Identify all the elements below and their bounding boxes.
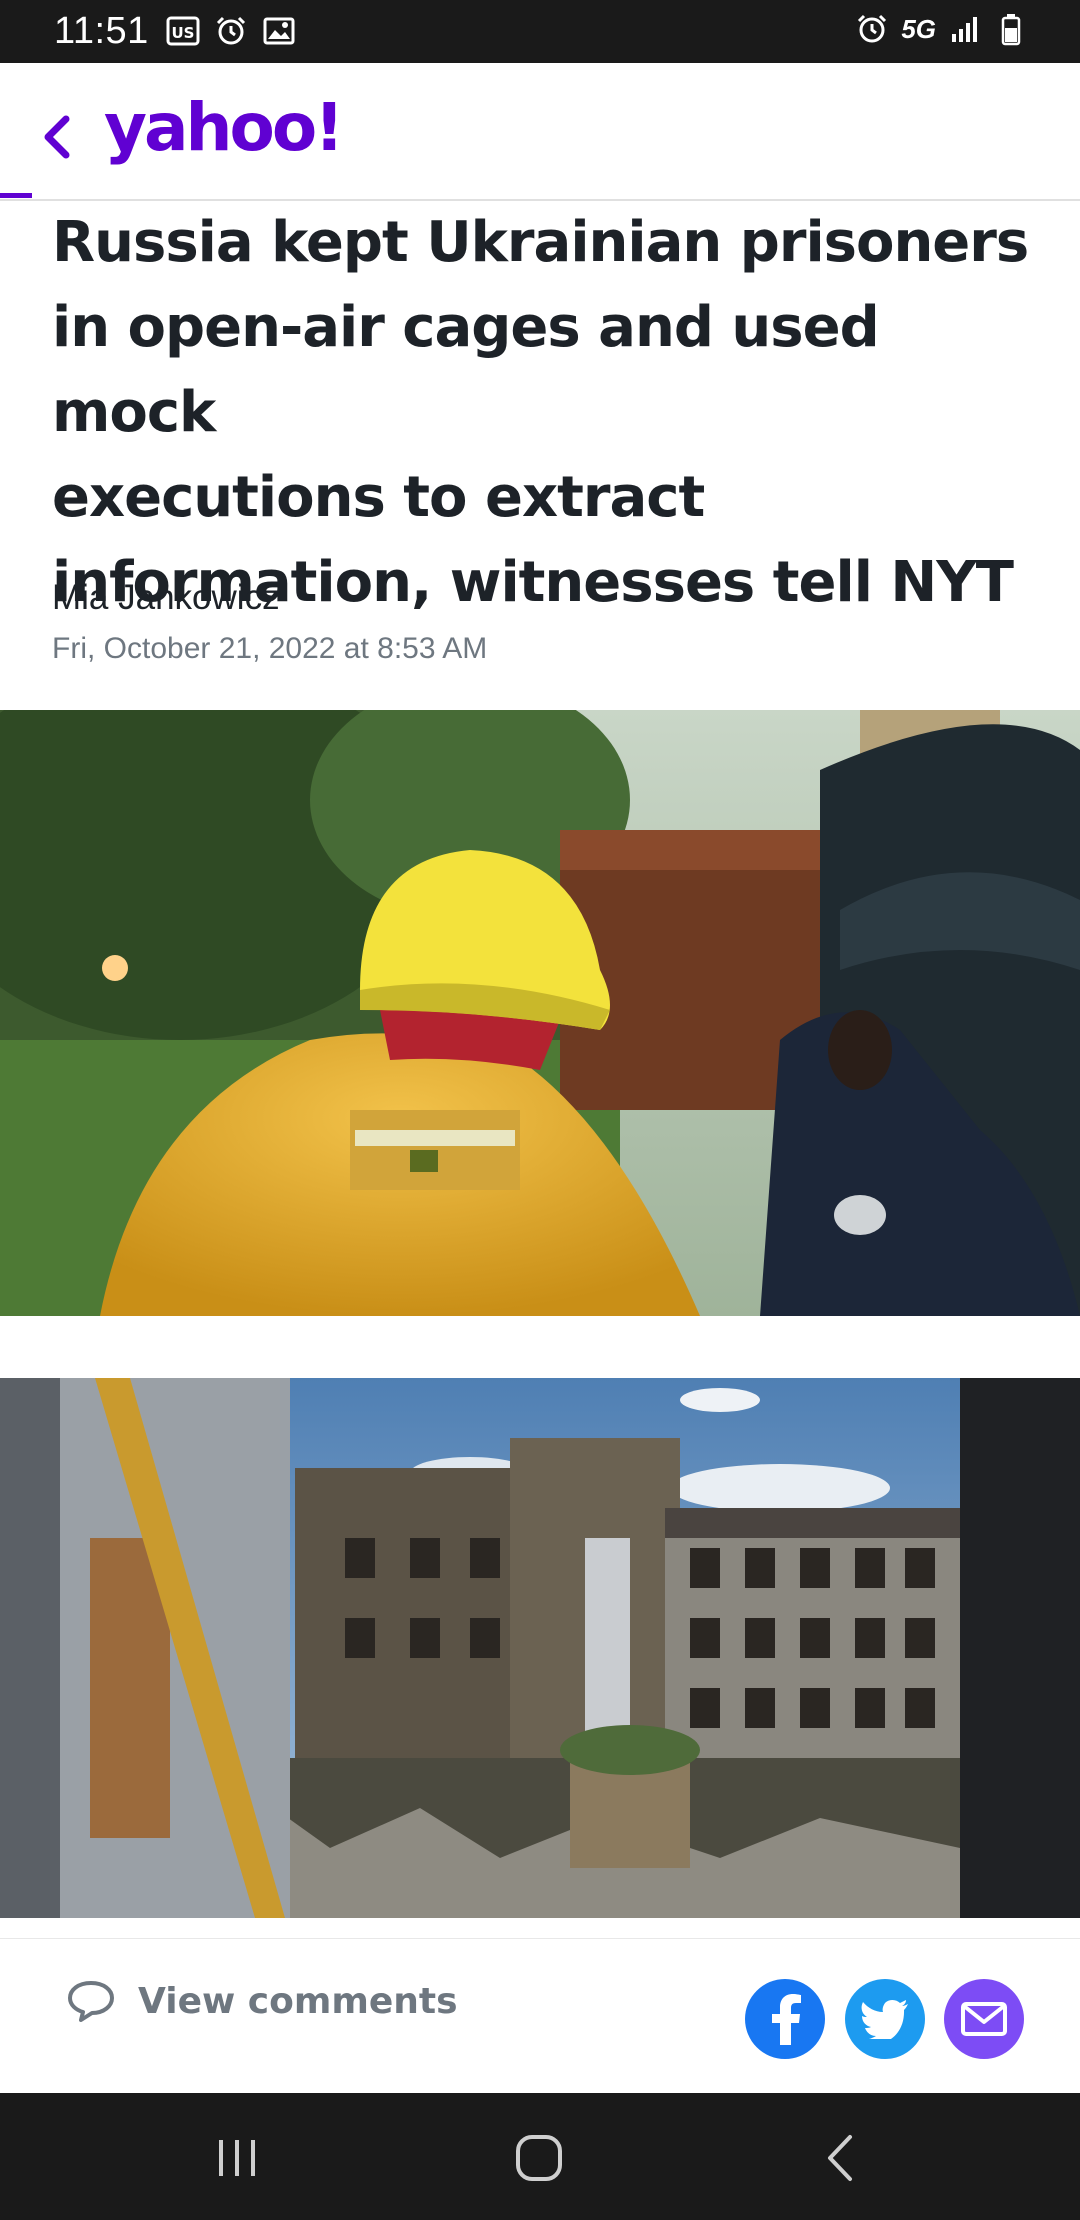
network-type-label: 5G: [901, 13, 936, 44]
view-comments-label: View comments: [138, 1980, 458, 2022]
twitter-icon: [861, 2000, 908, 2039]
headline-line: in open-air cages and used mock: [52, 295, 880, 445]
recent-apps-icon: [219, 2140, 255, 2176]
recent-apps-button[interactable]: [192, 2123, 282, 2193]
article-photo-destroyed-building[interactable]: [0, 1378, 1080, 1918]
alarm-icon: [216, 16, 246, 45]
publish-date: Fri, October 21, 2022 at 8:53 AM: [52, 632, 488, 665]
author-name[interactable]: Mia Jankowicz: [52, 578, 280, 618]
status-time: 11:51: [54, 10, 149, 52]
reading-progress-bar: [0, 193, 32, 198]
battery-icon: [1001, 14, 1021, 46]
alarm-icon: [858, 14, 887, 43]
headline-line: Russia kept Ukrainian prisoners: [52, 210, 1029, 275]
image-icon: [263, 17, 295, 45]
envelope-icon: [961, 2002, 1007, 2036]
share-facebook-button[interactable]: [745, 1979, 825, 2059]
yahoo-logo[interactable]: yahoo!: [104, 89, 344, 166]
headline-line: executions to extract: [52, 465, 705, 530]
home-button[interactable]: [494, 2123, 584, 2193]
svg-text:US: US: [172, 24, 195, 42]
nav-back-button[interactable]: [795, 2123, 885, 2193]
share-twitter-button[interactable]: [845, 1979, 925, 2059]
view-comments-button[interactable]: View comments: [66, 1979, 458, 2023]
status-system-icons: 5G: [855, 12, 1028, 46]
back-arrow-icon[interactable]: [34, 107, 82, 167]
back-icon: [828, 2135, 852, 2181]
system-navigation-bar: [0, 2093, 1080, 2220]
article-action-bar: View comments: [0, 1938, 1080, 2093]
us-news-icon: US: [166, 16, 200, 46]
comment-bubble-icon: [68, 1981, 114, 2022]
status-bar: 11:51 US 5G: [0, 0, 1080, 63]
app-header: yahoo!: [0, 63, 1080, 201]
home-icon: [516, 2135, 562, 2181]
signal-icon: [952, 17, 977, 42]
facebook-icon: [772, 1994, 801, 2045]
share-email-button[interactable]: [944, 1979, 1024, 2059]
article-headline: Russia kept Ukrainian prisoners in open-…: [52, 200, 1042, 625]
article-photo-firefighter[interactable]: [0, 710, 1080, 1316]
status-notification-icons: US: [166, 14, 296, 48]
